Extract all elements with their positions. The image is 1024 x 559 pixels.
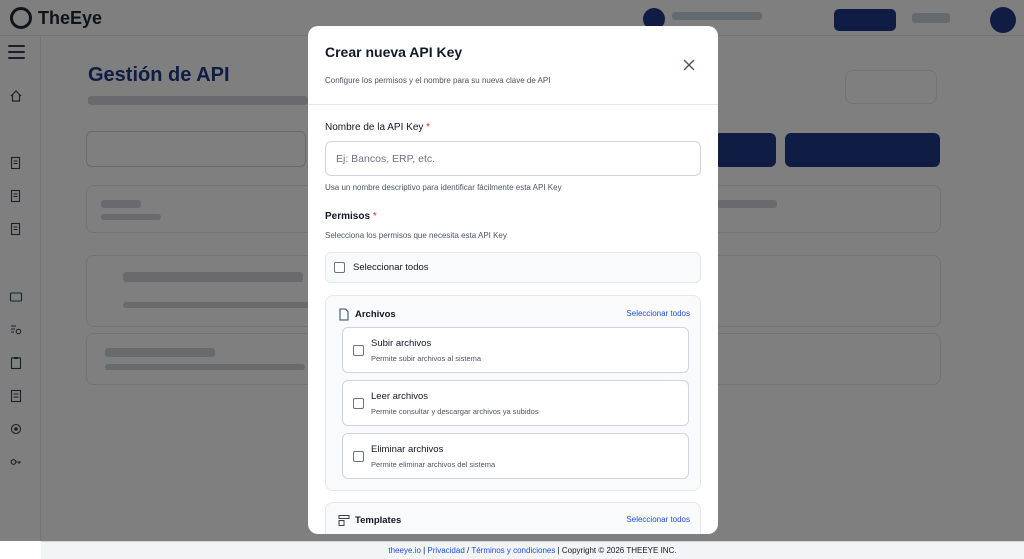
- select-all-label: Seleccionar todos: [353, 262, 429, 273]
- create-api-key-modal: Crear nueva API Key Configure los permis…: [308, 26, 718, 534]
- permissions-label: Permisos *: [325, 211, 377, 222]
- permission-title: Leer archivos: [371, 391, 429, 402]
- group-title: Templates: [355, 515, 402, 526]
- permission-description: Permite eliminar archivos del sistema: [371, 460, 496, 469]
- permissions-hint: Selecciona los permisos que necesita est…: [325, 231, 507, 240]
- site-link[interactable]: theeye.io: [388, 546, 420, 555]
- group-select-all-link[interactable]: Seleccionar todos: [626, 515, 690, 524]
- permission-title: Subir archivos: [371, 338, 432, 349]
- permission-group-templates: Templates Seleccionar todos: [325, 502, 701, 534]
- template-icon: [338, 514, 350, 527]
- privacy-link[interactable]: Privacidad: [427, 546, 464, 555]
- permissions-label-text: Permisos: [325, 211, 371, 222]
- group-select-all-link[interactable]: Seleccionar todos: [626, 309, 690, 318]
- close-button[interactable]: [681, 57, 697, 73]
- permission-checkbox[interactable]: [353, 345, 364, 356]
- close-icon: [683, 59, 695, 71]
- permission-item[interactable]: Leer archivos Permite consultar y descar…: [342, 380, 689, 426]
- permission-title: Eliminar archivos: [371, 444, 444, 455]
- terms-link[interactable]: Términos y condiciones: [471, 546, 555, 555]
- required-mark: *: [372, 211, 377, 222]
- select-all-checkbox[interactable]: [334, 262, 345, 273]
- modal-body: Nombre de la API Key * Usa un nombre des…: [308, 106, 718, 534]
- modal-header: Crear nueva API Key Configure los permis…: [308, 26, 718, 105]
- copyright-text: | Copyright © 2026 THEEYE INC.: [555, 546, 677, 555]
- required-mark: *: [426, 122, 431, 133]
- modal-title: Crear nueva API Key: [325, 44, 463, 60]
- footer: theeye.io | Privacidad / Términos y cond…: [41, 541, 1024, 559]
- group-title: Archivos: [355, 309, 396, 320]
- name-field-label: Nombre de la API Key *: [325, 122, 430, 133]
- permission-description: Permite consultar y descargar archivos y…: [371, 407, 539, 416]
- permission-group-archivos: Archivos Seleccionar todos Subir archivo…: [325, 295, 701, 491]
- modal-description: Configure los permisos y el nombre para …: [325, 76, 551, 85]
- permission-checkbox[interactable]: [353, 398, 364, 409]
- permission-description: Permite subir archivos al sistema: [371, 354, 482, 363]
- api-key-name-input[interactable]: [325, 141, 701, 176]
- permission-checkbox[interactable]: [353, 451, 364, 462]
- permission-item[interactable]: Eliminar archivos Permite eliminar archi…: [342, 433, 689, 479]
- name-field-hint: Usa un nombre descriptivo para identific…: [325, 183, 562, 192]
- file-icon: [338, 308, 350, 321]
- select-all-permissions[interactable]: Seleccionar todos: [325, 252, 701, 283]
- name-label-text: Nombre de la API Key: [325, 122, 424, 133]
- permission-item[interactable]: Subir archivos Permite subir archivos al…: [342, 327, 689, 373]
